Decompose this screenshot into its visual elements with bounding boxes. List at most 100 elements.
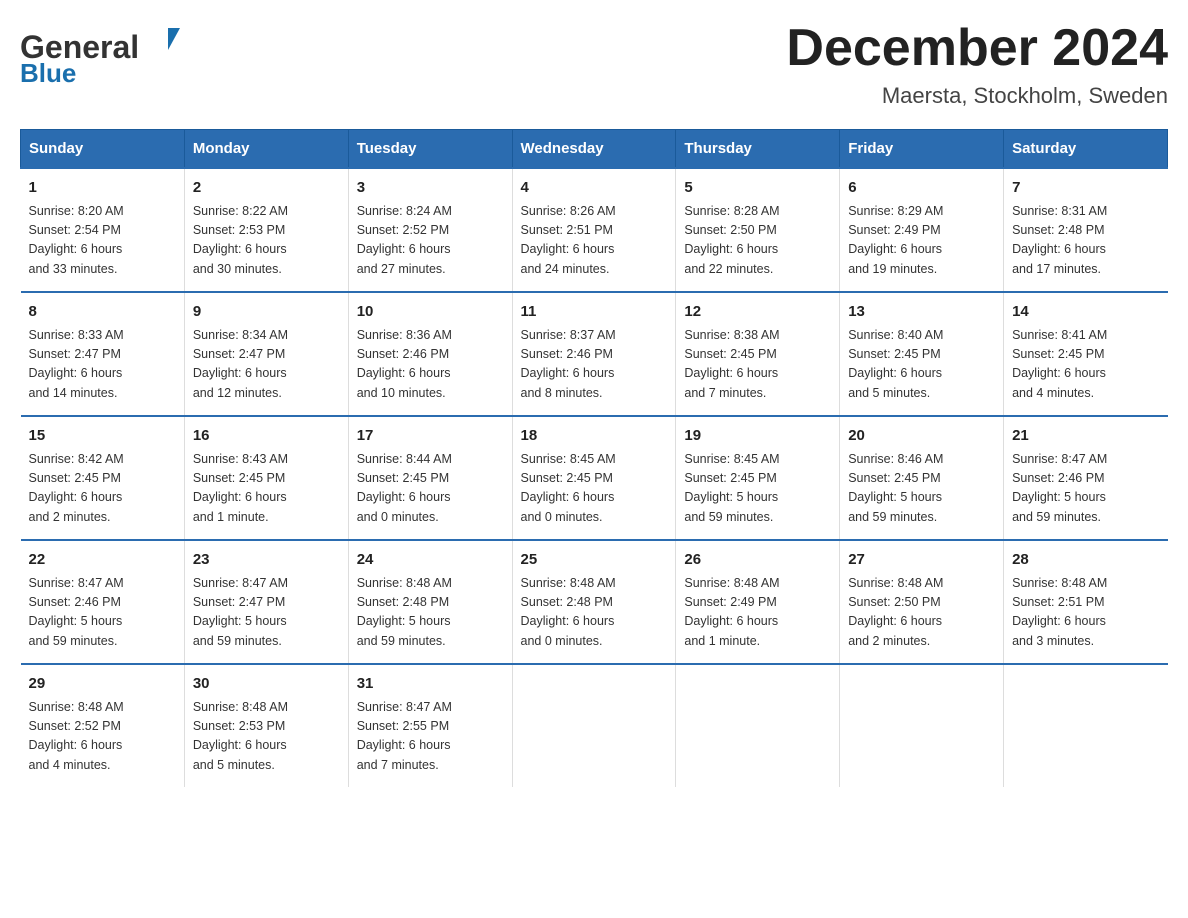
day-number: 6	[848, 177, 995, 200]
day-info: Sunrise: 8:48 AMSunset: 2:48 PMDaylight:…	[521, 574, 668, 652]
calendar-location: Maersta, Stockholm, Sweden	[786, 83, 1168, 109]
calendar-week-row: 15Sunrise: 8:42 AMSunset: 2:45 PMDayligh…	[21, 416, 1168, 540]
day-info: Sunrise: 8:42 AMSunset: 2:45 PMDaylight:…	[29, 450, 176, 528]
day-info: Sunrise: 8:47 AMSunset: 2:46 PMDaylight:…	[1012, 450, 1159, 528]
svg-text:Blue: Blue	[20, 58, 76, 85]
calendar-header-row: Sunday Monday Tuesday Wednesday Thursday…	[21, 130, 1168, 169]
calendar-week-row: 8Sunrise: 8:33 AMSunset: 2:47 PMDaylight…	[21, 292, 1168, 416]
day-info: Sunrise: 8:47 AMSunset: 2:55 PMDaylight:…	[357, 698, 504, 776]
day-info: Sunrise: 8:45 AMSunset: 2:45 PMDaylight:…	[521, 450, 668, 528]
table-row: 30Sunrise: 8:48 AMSunset: 2:53 PMDayligh…	[184, 664, 348, 787]
day-number: 15	[29, 425, 176, 448]
table-row: 26Sunrise: 8:48 AMSunset: 2:49 PMDayligh…	[676, 540, 840, 664]
day-number: 3	[357, 177, 504, 200]
calendar-week-row: 1Sunrise: 8:20 AMSunset: 2:54 PMDaylight…	[21, 168, 1168, 292]
table-row: 5Sunrise: 8:28 AMSunset: 2:50 PMDaylight…	[676, 168, 840, 292]
day-info: Sunrise: 8:48 AMSunset: 2:48 PMDaylight:…	[357, 574, 504, 652]
day-number: 27	[848, 549, 995, 572]
day-info: Sunrise: 8:34 AMSunset: 2:47 PMDaylight:…	[193, 326, 340, 404]
calendar-week-row: 29Sunrise: 8:48 AMSunset: 2:52 PMDayligh…	[21, 664, 1168, 787]
day-info: Sunrise: 8:33 AMSunset: 2:47 PMDaylight:…	[29, 326, 176, 404]
day-info: Sunrise: 8:47 AMSunset: 2:46 PMDaylight:…	[29, 574, 176, 652]
day-number: 22	[29, 549, 176, 572]
day-number: 14	[1012, 301, 1159, 324]
day-info: Sunrise: 8:48 AMSunset: 2:53 PMDaylight:…	[193, 698, 340, 776]
table-row	[840, 664, 1004, 787]
day-number: 21	[1012, 425, 1159, 448]
day-number: 8	[29, 301, 176, 324]
day-info: Sunrise: 8:36 AMSunset: 2:46 PMDaylight:…	[357, 326, 504, 404]
day-info: Sunrise: 8:46 AMSunset: 2:45 PMDaylight:…	[848, 450, 995, 528]
calendar-title-area: December 2024 Maersta, Stockholm, Sweden	[786, 20, 1168, 109]
table-row: 24Sunrise: 8:48 AMSunset: 2:48 PMDayligh…	[348, 540, 512, 664]
day-info: Sunrise: 8:43 AMSunset: 2:45 PMDaylight:…	[193, 450, 340, 528]
day-number: 29	[29, 673, 176, 696]
day-info: Sunrise: 8:37 AMSunset: 2:46 PMDaylight:…	[521, 326, 668, 404]
day-number: 2	[193, 177, 340, 200]
day-number: 17	[357, 425, 504, 448]
day-number: 16	[193, 425, 340, 448]
day-number: 12	[684, 301, 831, 324]
day-info: Sunrise: 8:38 AMSunset: 2:45 PMDaylight:…	[684, 326, 831, 404]
day-number: 25	[521, 549, 668, 572]
day-info: Sunrise: 8:48 AMSunset: 2:51 PMDaylight:…	[1012, 574, 1159, 652]
table-row: 19Sunrise: 8:45 AMSunset: 2:45 PMDayligh…	[676, 416, 840, 540]
day-info: Sunrise: 8:24 AMSunset: 2:52 PMDaylight:…	[357, 202, 504, 280]
col-saturday: Saturday	[1004, 130, 1168, 169]
day-info: Sunrise: 8:20 AMSunset: 2:54 PMDaylight:…	[29, 202, 176, 280]
table-row: 23Sunrise: 8:47 AMSunset: 2:47 PMDayligh…	[184, 540, 348, 664]
day-number: 9	[193, 301, 340, 324]
table-row: 25Sunrise: 8:48 AMSunset: 2:48 PMDayligh…	[512, 540, 676, 664]
table-row: 29Sunrise: 8:48 AMSunset: 2:52 PMDayligh…	[21, 664, 185, 787]
table-row: 27Sunrise: 8:48 AMSunset: 2:50 PMDayligh…	[840, 540, 1004, 664]
day-info: Sunrise: 8:29 AMSunset: 2:49 PMDaylight:…	[848, 202, 995, 280]
calendar-week-row: 22Sunrise: 8:47 AMSunset: 2:46 PMDayligh…	[21, 540, 1168, 664]
day-info: Sunrise: 8:47 AMSunset: 2:47 PMDaylight:…	[193, 574, 340, 652]
day-info: Sunrise: 8:45 AMSunset: 2:45 PMDaylight:…	[684, 450, 831, 528]
day-info: Sunrise: 8:26 AMSunset: 2:51 PMDaylight:…	[521, 202, 668, 280]
col-thursday: Thursday	[676, 130, 840, 169]
col-friday: Friday	[840, 130, 1004, 169]
table-row: 6Sunrise: 8:29 AMSunset: 2:49 PMDaylight…	[840, 168, 1004, 292]
col-sunday: Sunday	[21, 130, 185, 169]
day-info: Sunrise: 8:31 AMSunset: 2:48 PMDaylight:…	[1012, 202, 1159, 280]
generalblue-logo: General Blue	[20, 20, 210, 85]
day-number: 7	[1012, 177, 1159, 200]
day-number: 26	[684, 549, 831, 572]
table-row: 12Sunrise: 8:38 AMSunset: 2:45 PMDayligh…	[676, 292, 840, 416]
day-info: Sunrise: 8:48 AMSunset: 2:52 PMDaylight:…	[29, 698, 176, 776]
day-number: 13	[848, 301, 995, 324]
day-info: Sunrise: 8:40 AMSunset: 2:45 PMDaylight:…	[848, 326, 995, 404]
day-info: Sunrise: 8:22 AMSunset: 2:53 PMDaylight:…	[193, 202, 340, 280]
table-row: 18Sunrise: 8:45 AMSunset: 2:45 PMDayligh…	[512, 416, 676, 540]
day-info: Sunrise: 8:44 AMSunset: 2:45 PMDaylight:…	[357, 450, 504, 528]
table-row: 9Sunrise: 8:34 AMSunset: 2:47 PMDaylight…	[184, 292, 348, 416]
day-info: Sunrise: 8:41 AMSunset: 2:45 PMDaylight:…	[1012, 326, 1159, 404]
table-row: 31Sunrise: 8:47 AMSunset: 2:55 PMDayligh…	[348, 664, 512, 787]
table-row: 3Sunrise: 8:24 AMSunset: 2:52 PMDaylight…	[348, 168, 512, 292]
table-row: 10Sunrise: 8:36 AMSunset: 2:46 PMDayligh…	[348, 292, 512, 416]
day-number: 20	[848, 425, 995, 448]
day-number: 11	[521, 301, 668, 324]
day-number: 10	[357, 301, 504, 324]
day-number: 30	[193, 673, 340, 696]
table-row	[1004, 664, 1168, 787]
day-info: Sunrise: 8:28 AMSunset: 2:50 PMDaylight:…	[684, 202, 831, 280]
day-number: 24	[357, 549, 504, 572]
col-wednesday: Wednesday	[512, 130, 676, 169]
logo: General Blue	[20, 20, 210, 85]
table-row: 15Sunrise: 8:42 AMSunset: 2:45 PMDayligh…	[21, 416, 185, 540]
table-row: 20Sunrise: 8:46 AMSunset: 2:45 PMDayligh…	[840, 416, 1004, 540]
table-row: 28Sunrise: 8:48 AMSunset: 2:51 PMDayligh…	[1004, 540, 1168, 664]
table-row: 21Sunrise: 8:47 AMSunset: 2:46 PMDayligh…	[1004, 416, 1168, 540]
day-info: Sunrise: 8:48 AMSunset: 2:50 PMDaylight:…	[848, 574, 995, 652]
table-row: 16Sunrise: 8:43 AMSunset: 2:45 PMDayligh…	[184, 416, 348, 540]
day-number: 5	[684, 177, 831, 200]
day-number: 23	[193, 549, 340, 572]
table-row: 13Sunrise: 8:40 AMSunset: 2:45 PMDayligh…	[840, 292, 1004, 416]
table-row: 4Sunrise: 8:26 AMSunset: 2:51 PMDaylight…	[512, 168, 676, 292]
page-header: General Blue December 2024 Maersta, Stoc…	[20, 20, 1168, 109]
day-info: Sunrise: 8:48 AMSunset: 2:49 PMDaylight:…	[684, 574, 831, 652]
table-row: 22Sunrise: 8:47 AMSunset: 2:46 PMDayligh…	[21, 540, 185, 664]
day-number: 19	[684, 425, 831, 448]
